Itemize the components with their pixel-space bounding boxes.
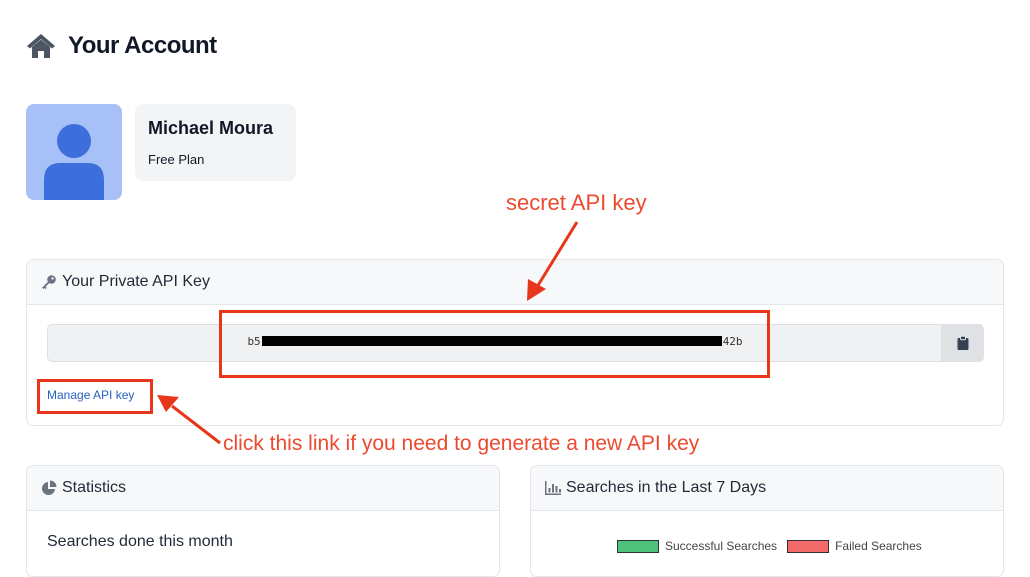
- key-icon: [40, 273, 58, 291]
- legend-swatch-failed: [787, 539, 830, 553]
- bar-chart-icon: [544, 479, 562, 497]
- profile-plan: Free Plan: [148, 152, 205, 167]
- statistics-card-header: Statistics: [27, 466, 499, 511]
- searches-card: Searches in the Last 7 Days Successful S…: [530, 465, 1004, 577]
- clipboard-icon: [957, 336, 968, 350]
- manage-link-highlight-box: [37, 379, 153, 414]
- avatar: [26, 104, 122, 200]
- manage-link-annotation: click this link if you need to generate …: [223, 432, 700, 455]
- searches-card-title: Searches in the Last 7 Days: [566, 479, 767, 496]
- profile-card: Michael Moura Free Plan: [135, 104, 296, 181]
- statistics-subtitle: Searches done this month: [47, 533, 233, 550]
- page-header: Your Account: [26, 32, 217, 60]
- searches-card-header: Searches in the Last 7 Days: [531, 466, 1003, 511]
- profile-name: Michael Moura: [148, 118, 274, 138]
- statistics-card: Statistics Searches done this month: [26, 465, 500, 577]
- page-title: Your Account: [68, 32, 217, 59]
- legend-label-failed: Failed Searches: [835, 539, 922, 553]
- pie-chart-icon: [40, 479, 58, 497]
- api-key-card-title: Your Private API Key: [62, 273, 210, 290]
- api-key-card-header: Your Private API Key: [27, 260, 1003, 305]
- legend-swatch-successful: [617, 539, 659, 553]
- api-key-highlight-box: [219, 310, 770, 378]
- chart-legend: Successful Searches Failed Searches: [617, 539, 922, 553]
- copy-api-key-button[interactable]: [941, 324, 984, 362]
- secret-key-annotation: secret API key: [506, 190, 647, 215]
- user-icon: [44, 124, 104, 200]
- statistics-card-title: Statistics: [62, 479, 127, 496]
- legend-label-successful: Successful Searches: [665, 539, 778, 553]
- home-icon: [26, 33, 56, 59]
